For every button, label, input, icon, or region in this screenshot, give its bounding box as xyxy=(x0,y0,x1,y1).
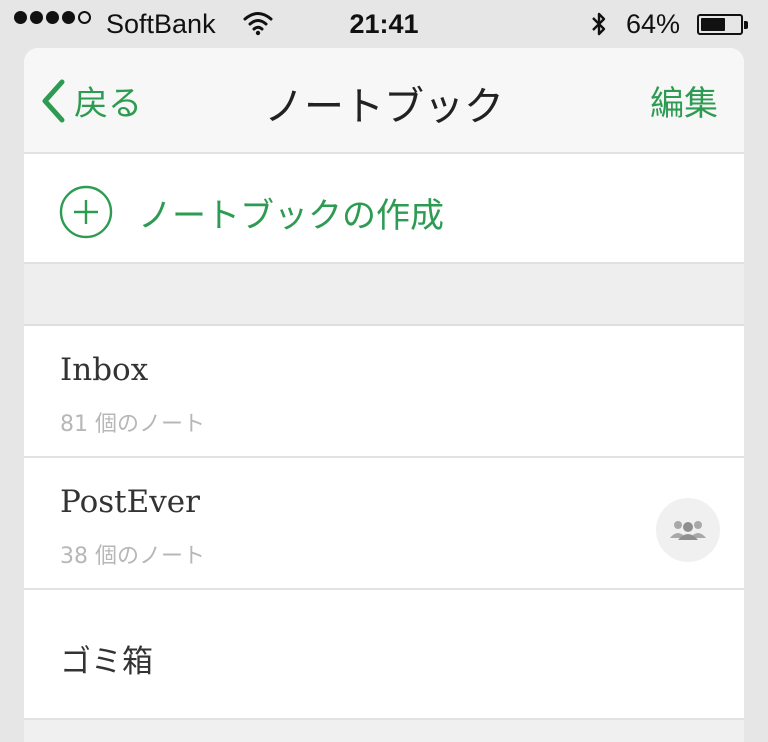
section-separator xyxy=(24,264,744,326)
notebook-name: ゴミ箱 xyxy=(60,644,153,680)
status-bar: SoftBank 21:41 64% xyxy=(0,0,768,48)
notebook-note-count: 81 個のノート xyxy=(60,412,205,437)
create-notebook-button[interactable]: ノートブックの作成 xyxy=(24,154,744,264)
plus-circle-icon xyxy=(59,185,113,239)
notebooks-panel: 戻る ノートブック 編集 ノートブックの作成 Inbox 81 個のノート Po… xyxy=(24,48,744,742)
battery-icon xyxy=(697,14,748,35)
notebook-name: PostEver xyxy=(60,484,200,520)
page-title: ノートブック xyxy=(264,84,504,130)
navigation-bar: 戻る ノートブック 編集 xyxy=(24,48,744,154)
bluetooth-icon xyxy=(590,10,608,45)
shared-notebook-button[interactable] xyxy=(656,498,720,562)
edit-button[interactable]: 編集 xyxy=(650,76,718,125)
group-people-icon xyxy=(670,521,706,540)
notebook-row-postever[interactable]: PostEver 38 個のノート xyxy=(24,458,744,590)
battery-level-fill xyxy=(701,18,725,31)
notebook-name: Inbox xyxy=(60,352,149,388)
notebook-row-inbox[interactable]: Inbox 81 個のノート xyxy=(24,326,744,458)
notebook-note-count: 38 個のノート xyxy=(60,544,205,569)
notebook-row-trash[interactable]: ゴミ箱 xyxy=(24,590,744,720)
create-notebook-label: ノートブックの作成 xyxy=(138,196,444,236)
battery-percent: 64% xyxy=(626,9,681,39)
